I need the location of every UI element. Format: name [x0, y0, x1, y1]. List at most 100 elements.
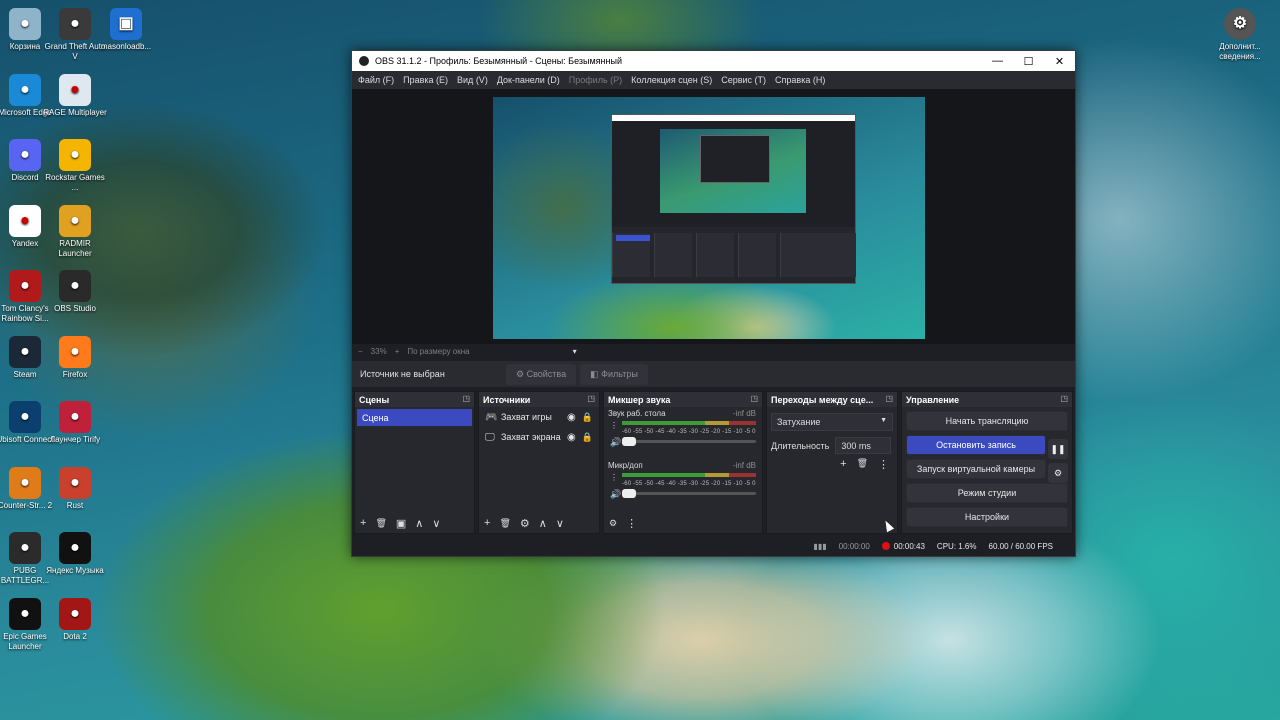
volume-meter — [622, 473, 756, 477]
zoom-mode-dropdown[interactable]: ▾ — [573, 347, 577, 356]
start-virtual-camera-button[interactable]: Запуск виртуальной камеры — [906, 459, 1046, 479]
add-transition-button[interactable]: + — [840, 458, 846, 471]
desktop-icon-dota[interactable]: ● Dota 2 — [43, 597, 107, 642]
source-down-button[interactable]: ∨ — [556, 517, 564, 530]
desktop-icon-info[interactable]: ⚙ Дополнит... сведения... — [1208, 8, 1272, 62]
undock-icon[interactable]: ◳ — [885, 394, 893, 403]
mixer-menu-button[interactable]: ⋮ — [626, 517, 637, 530]
desktop-icon-label: Яндекс Музыка — [46, 566, 104, 575]
no-source-label: Источник не выбран — [360, 369, 445, 379]
visibility-eye-icon[interactable]: ◉ — [567, 412, 576, 423]
source-item[interactable]: 🎮 Захват игры ◉ 🔒 — [479, 407, 599, 427]
chevron-down-icon: ▼ — [880, 417, 887, 424]
sources-dock: Источники ◳ 🎮 Захват игры ◉ 🔒 🖵 Захват эк… — [478, 391, 600, 534]
undock-icon[interactable]: ◳ — [462, 394, 470, 403]
duration-spinbox[interactable]: 300 ms — [835, 437, 892, 454]
obs-icon: ● — [59, 270, 91, 302]
source-label: Захват игры — [501, 412, 552, 422]
scenes-dock: Сцены ◳ Сцена + 🗑 ▣ ∧ ∨ — [354, 391, 475, 534]
desktop-icon-obs[interactable]: ● OBS Studio — [43, 270, 107, 314]
menu-docks[interactable]: Док-панели (D) — [497, 75, 560, 85]
dota-icon: ● — [59, 597, 91, 630]
remove-source-button[interactable]: 🗑 — [499, 518, 510, 529]
menu-scene-collection[interactable]: Коллекция сцен (S) — [631, 75, 712, 85]
menu-bar: Файл (F) Правка (E) Вид (V) Док-панели (… — [352, 71, 1075, 89]
speaker-icon[interactable]: 🔊 — [610, 437, 621, 448]
zoom-in-button[interactable]: + — [395, 347, 400, 356]
studio-mode-button[interactable]: Режим студии — [906, 483, 1068, 503]
add-source-button[interactable]: + — [484, 517, 490, 529]
desktop-icon-firefox[interactable]: ● Firefox — [43, 335, 107, 380]
volume-slider[interactable] — [622, 489, 756, 498]
remove-transition-button[interactable]: 🗑 — [857, 458, 868, 471]
scenes-title: Сцены — [359, 395, 390, 405]
volume-meter — [622, 421, 756, 425]
start-streaming-button[interactable]: Начать трансляцию — [906, 411, 1068, 431]
source-item[interactable]: 🖵 Захват экрана ◉ 🔒 — [479, 427, 599, 447]
close-button[interactable]: ✕ — [1044, 55, 1075, 68]
menu-help[interactable]: Справка (H) — [775, 75, 825, 85]
rage-icon: ● — [59, 73, 91, 106]
source-up-button[interactable]: ∧ — [539, 517, 547, 530]
mixer-title: Микшер звука — [608, 395, 671, 405]
preview-canvas[interactable] — [493, 97, 925, 339]
remove-scene-button[interactable]: 🗑 — [375, 518, 386, 529]
controls-dock: Управление ◳ Начать трансляцию Остановить… — [901, 391, 1073, 534]
zoom-bar: − 33% + По размеру окна ▾ — [352, 344, 1075, 358]
desktop-icon-rockstar[interactable]: ● Rockstar Games ... — [43, 139, 107, 193]
volume-slider[interactable] — [622, 437, 756, 446]
lock-icon[interactable]: 🔒 — [582, 412, 593, 423]
channel-menu-icon[interactable]: ⋮ — [610, 473, 618, 482]
preview-area[interactable] — [352, 89, 1075, 344]
source-properties-button[interactable]: ⚙ — [520, 517, 530, 530]
source-toolbar: Источник не выбран ⚙ Свойства ◧ Фильтры — [352, 361, 1075, 387]
mixer-channel: Микр/доп -inf dB ⋮ -60 -55 -50 -45 -40 -… — [604, 459, 762, 511]
rust-icon: ● — [59, 466, 91, 499]
pause-recording-button[interactable]: ❚❚ — [1048, 439, 1068, 459]
scene-filters-button[interactable]: ▣ — [396, 517, 406, 530]
virtual-camera-settings-button[interactable]: ⚙ — [1048, 463, 1068, 483]
desktop-icon-label: Dota 2 — [63, 631, 87, 641]
minimize-button[interactable]: — — [982, 55, 1013, 68]
controls-title: Управление — [906, 395, 960, 405]
transition-select[interactable]: Затухание ▼ — [771, 413, 893, 431]
scene-up-button[interactable]: ∧ — [415, 517, 423, 530]
cpu-usage: CPU: 1.6% — [936, 541, 977, 551]
lock-icon[interactable]: 🔒 — [582, 432, 593, 443]
channel-menu-icon[interactable]: ⋮ — [610, 421, 618, 430]
menu-edit[interactable]: Правка (E) — [403, 75, 448, 85]
zoom-out-button[interactable]: − — [358, 347, 363, 356]
desktop-icon-yandex-music[interactable]: ● Яндекс Музыка — [43, 532, 107, 576]
settings-button[interactable]: Настройки — [906, 507, 1068, 527]
menu-file[interactable]: Файл (F) — [358, 75, 394, 85]
desktop-icon-rage[interactable]: ● RAGE Multiplayer — [43, 73, 107, 118]
undock-icon[interactable]: ◳ — [750, 394, 758, 403]
mixer-settings-button[interactable]: ⚙ — [609, 518, 617, 529]
transitions-title: Переходы между сце... — [771, 395, 874, 405]
transition-menu-button[interactable]: ⋮ — [878, 458, 889, 471]
speaker-icon[interactable]: 🔊 — [610, 489, 621, 500]
undock-icon[interactable]: ◳ — [587, 394, 595, 403]
properties-button[interactable]: ⚙ Свойства — [506, 363, 577, 385]
scene-item[interactable]: Сцена — [357, 409, 472, 426]
menu-tools[interactable]: Сервис (T) — [721, 75, 766, 85]
desktop-icon-tirify[interactable]: ● Лаунчер Tirify — [43, 401, 107, 445]
duration-label: Длительность — [771, 440, 830, 451]
maximize-button[interactable]: ☐ — [1013, 55, 1044, 68]
fps-readout: 60.00 / 60.00 FPS — [988, 541, 1054, 551]
scene-down-button[interactable]: ∨ — [432, 517, 440, 530]
ubisoft-icon: ● — [9, 401, 41, 433]
stop-recording-button[interactable]: Остановить запись — [906, 435, 1046, 455]
visibility-eye-icon[interactable]: ◉ — [567, 432, 576, 443]
filters-button[interactable]: ◧ Фильтры — [580, 363, 648, 385]
add-scene-button[interactable]: + — [360, 517, 366, 529]
menu-view[interactable]: Вид (V) — [457, 75, 488, 85]
zoom-mode: По размеру окна — [407, 346, 470, 356]
desktop-icon-radmir[interactable]: ● RADMIR Launcher — [43, 204, 107, 259]
transition-value: Затухание — [777, 417, 821, 427]
desktop-icon-rust[interactable]: ● Rust — [43, 466, 107, 511]
undock-icon[interactable]: ◳ — [1060, 394, 1068, 403]
desktop-icon-masonloadb[interactable]: ▣ masonloadb... — [94, 8, 158, 52]
meter-ticks: -60 -55 -50 -45 -40 -35 -30 -25 -20 -15 … — [622, 429, 756, 435]
epic-games-icon: ● — [9, 597, 41, 630]
